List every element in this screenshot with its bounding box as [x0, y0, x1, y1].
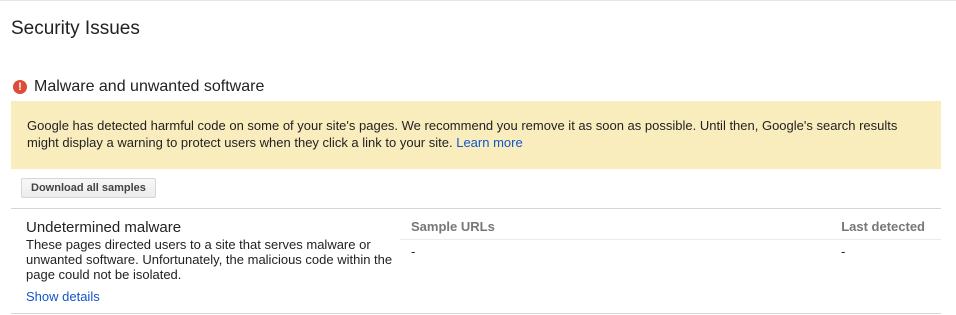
column-header-divider: [400, 239, 941, 240]
show-details-link[interactable]: Show details: [26, 289, 100, 304]
last-detected-value: -: [841, 244, 846, 259]
section-header: ! Malware and unwanted software: [13, 77, 264, 97]
issue-description: These pages directed users to a site tha…: [26, 237, 393, 282]
section-title: Malware and unwanted software: [34, 78, 265, 95]
top-divider: [0, 0, 956, 1]
sample-urls-value: -: [411, 244, 416, 259]
warning-banner: Google has detected harmful code on some…: [11, 101, 941, 169]
learn-more-link[interactable]: Learn more: [456, 135, 522, 150]
issue-title: Undetermined malware: [26, 219, 182, 236]
table-divider-top: [11, 208, 941, 209]
column-header-last-detected: Last detected: [841, 219, 925, 234]
column-header-sample-urls: Sample URLs: [411, 219, 495, 234]
error-icon: !: [13, 80, 27, 94]
page-title: Security Issues: [11, 18, 140, 39]
table-divider-bottom: [11, 313, 941, 314]
download-all-samples-button[interactable]: Download all samples: [21, 178, 156, 198]
